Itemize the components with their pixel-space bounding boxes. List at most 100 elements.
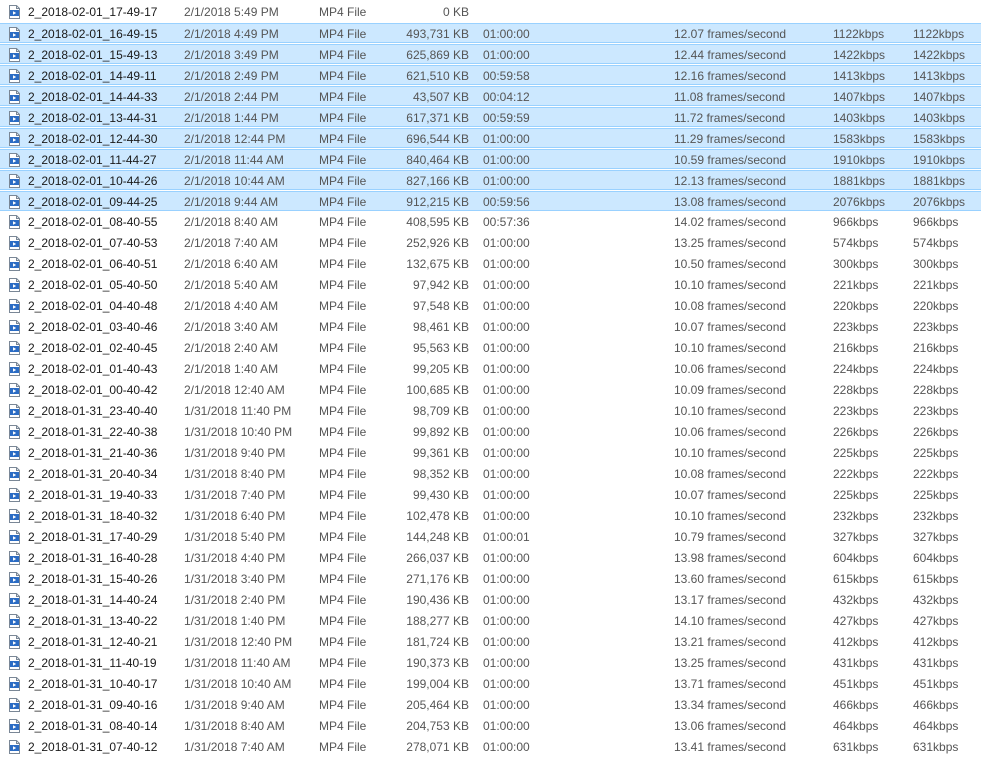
frame-rate: 13.34 frames/second — [674, 698, 787, 712]
file-type: MP4 File — [319, 90, 367, 104]
date-modified: 1/31/2018 5:40 PM — [184, 530, 286, 544]
data-rate: 232kbps — [833, 509, 879, 523]
file-row[interactable]: 2_2018-01-31_08-40-14 1/31/2018 8:40 AM MP… — [0, 716, 981, 736]
file-row[interactable]: 2_2018-01-31_12-40-21 1/31/2018 12:40 PM M… — [0, 632, 981, 652]
file-name: 2_2018-01-31_12-40-21 — [28, 635, 158, 649]
total-bitrate: 604kbps — [913, 551, 959, 565]
mp4-file-icon — [9, 740, 20, 754]
frame-rate: 10.08 frames/second — [674, 299, 787, 313]
data-rate: 1407kbps — [833, 90, 886, 104]
file-row[interactable]: 2_2018-01-31_21-40-36 1/31/2018 9:40 PM MP… — [0, 443, 981, 463]
length: 01:00:00 — [483, 446, 530, 460]
date-modified: 2/1/2018 2:40 AM — [184, 341, 279, 355]
file-row[interactable]: 2_2018-01-31_19-40-33 1/31/2018 7:40 PM MP… — [0, 485, 981, 505]
file-type: MP4 File — [319, 446, 367, 460]
file-row[interactable]: 2_2018-01-31_10-40-17 1/31/2018 10:40 AM M… — [0, 674, 981, 694]
file-name: 2_2018-02-01_01-40-43 — [28, 362, 158, 376]
file-row[interactable]: 2_2018-02-01_00-40-42 2/1/2018 12:40 AM MP… — [0, 380, 981, 400]
file-row[interactable]: 2_2018-02-01_15-49-13 2/1/2018 3:49 PM MP4… — [0, 44, 981, 64]
length: 01:00:00 — [483, 740, 530, 754]
total-bitrate: 966kbps — [913, 215, 959, 229]
file-name: 2_2018-01-31_23-40-40 — [28, 404, 158, 418]
file-size: 99,361 KB — [412, 446, 469, 460]
mp4-file-icon — [9, 341, 20, 355]
mp4-file-icon — [9, 90, 20, 104]
file-size: 190,373 KB — [406, 656, 469, 670]
file-row[interactable]: 2_2018-02-01_10-44-26 2/1/2018 10:44 AM MP… — [0, 170, 981, 190]
data-rate: 216kbps — [833, 341, 879, 355]
file-row[interactable]: 2_2018-02-01_04-40-48 2/1/2018 4:40 AM MP4… — [0, 296, 981, 316]
file-size: 625,869 KB — [406, 48, 469, 62]
mp4-file-icon — [9, 278, 20, 292]
file-row[interactable]: 2_2018-01-31_07-40-12 1/31/2018 7:40 AM MP… — [0, 737, 981, 757]
file-row[interactable]: 2_2018-02-01_06-40-51 2/1/2018 6:40 AM MP4… — [0, 254, 981, 274]
date-modified: 2/1/2018 10:44 AM — [184, 174, 285, 188]
file-row[interactable]: 2_2018-01-31_22-40-38 1/31/2018 10:40 PM M… — [0, 422, 981, 442]
mp4-file-icon — [9, 572, 20, 586]
total-bitrate: 432kbps — [913, 593, 959, 607]
file-row[interactable]: 2_2018-02-01_14-44-33 2/1/2018 2:44 PM MP4… — [0, 86, 981, 106]
file-row[interactable]: 2_2018-02-01_05-40-50 2/1/2018 5:40 AM MP4… — [0, 275, 981, 295]
file-name: 2_2018-01-31_14-40-24 — [28, 593, 158, 607]
file-type: MP4 File — [319, 698, 367, 712]
file-row[interactable]: 2_2018-02-01_13-44-31 2/1/2018 1:44 PM MP4… — [0, 107, 981, 127]
file-row[interactable]: 2_2018-01-31_11-40-19 1/31/2018 11:40 AM M… — [0, 653, 981, 673]
file-row[interactable]: 2_2018-02-01_07-40-53 2/1/2018 7:40 AM MP4… — [0, 233, 981, 253]
file-name: 2_2018-01-31_10-40-17 — [28, 677, 158, 691]
date-modified: 1/31/2018 8:40 AM — [184, 719, 285, 733]
mp4-file-icon — [9, 593, 20, 607]
frame-rate: 12.44 frames/second — [674, 48, 787, 62]
date-modified: 1/31/2018 7:40 PM — [184, 488, 286, 502]
file-row[interactable]: 2_2018-01-31_18-40-32 1/31/2018 6:40 PM MP… — [0, 506, 981, 526]
file-row[interactable]: 2_2018-01-31_13-40-22 1/31/2018 1:40 PM MP… — [0, 611, 981, 631]
total-bitrate: 574kbps — [913, 236, 959, 250]
data-rate: 226kbps — [833, 425, 879, 439]
total-bitrate: 466kbps — [913, 698, 959, 712]
file-name: 2_2018-02-01_07-40-53 — [28, 236, 158, 250]
mp4-file-icon — [9, 530, 20, 544]
mp4-file-icon — [9, 111, 20, 125]
file-type: MP4 File — [319, 635, 367, 649]
length: 01:00:00 — [483, 719, 530, 733]
file-name: 2_2018-02-01_15-49-13 — [28, 48, 158, 62]
file-row[interactable]: 2_2018-02-01_11-44-27 2/1/2018 11:44 AM MP… — [0, 149, 981, 169]
length: 01:00:00 — [483, 551, 530, 565]
file-type: MP4 File — [319, 257, 367, 271]
file-row[interactable]: 2_2018-01-31_14-40-24 1/31/2018 2:40 PM MP… — [0, 590, 981, 610]
file-row[interactable]: 2_2018-01-31_17-40-29 1/31/2018 5:40 PM MP… — [0, 527, 981, 547]
file-row[interactable]: 2_2018-01-31_20-40-34 1/31/2018 8:40 PM MP… — [0, 464, 981, 484]
file-row[interactable]: 2_2018-02-01_01-40-43 2/1/2018 1:40 AM MP4… — [0, 359, 981, 379]
length: 01:00:00 — [483, 341, 530, 355]
frame-rate: 10.59 frames/second — [674, 153, 787, 167]
file-size: 181,724 KB — [406, 635, 469, 649]
file-row[interactable]: 2_2018-02-01_12-44-30 2/1/2018 12:44 PM MP… — [0, 128, 981, 148]
total-bitrate: 228kbps — [913, 383, 959, 397]
file-row[interactable]: 2_2018-02-01_09-44-25 2/1/2018 9:44 AM MP4… — [0, 191, 981, 211]
file-row[interactable]: 2_2018-01-31_16-40-28 1/31/2018 4:40 PM MP… — [0, 548, 981, 568]
length: 01:00:00 — [483, 614, 530, 628]
file-row[interactable]: 2_2018-02-01_14-49-11 2/1/2018 2:49 PM MP4… — [0, 65, 981, 85]
file-name: 2_2018-02-01_05-40-50 — [28, 278, 158, 292]
file-name: 2_2018-02-01_04-40-48 — [28, 299, 158, 313]
file-type: MP4 File — [319, 530, 367, 544]
mp4-file-icon — [9, 195, 20, 209]
date-modified: 2/1/2018 9:44 AM — [184, 195, 279, 209]
file-name: 2_2018-02-01_09-44-25 — [28, 195, 158, 209]
file-row[interactable]: 2_2018-02-01_17-49-17 2/1/2018 5:49 PM MP4… — [0, 2, 981, 22]
date-modified: 2/1/2018 6:40 AM — [184, 257, 279, 271]
file-type: MP4 File — [319, 341, 367, 355]
file-type: MP4 File — [319, 719, 367, 733]
mp4-file-icon — [9, 635, 20, 649]
date-modified: 2/1/2018 1:44 PM — [184, 111, 279, 125]
length: 01:00:00 — [483, 509, 530, 523]
data-rate: 2076kbps — [833, 195, 886, 209]
file-row[interactable]: 2_2018-01-31_09-40-16 1/31/2018 9:40 AM MP… — [0, 695, 981, 715]
length: 00:59:58 — [483, 69, 530, 83]
file-row[interactable]: 2_2018-02-01_08-40-55 2/1/2018 8:40 AM MP4… — [0, 212, 981, 232]
file-name: 2_2018-02-01_12-44-30 — [28, 132, 158, 146]
file-row[interactable]: 2_2018-01-31_15-40-26 1/31/2018 3:40 PM MP… — [0, 569, 981, 589]
file-row[interactable]: 2_2018-02-01_16-49-15 2/1/2018 4:49 PM MP4… — [0, 23, 981, 43]
file-row[interactable]: 2_2018-01-31_23-40-40 1/31/2018 11:40 PM M… — [0, 401, 981, 421]
file-row[interactable]: 2_2018-02-01_03-40-46 2/1/2018 3:40 AM MP4… — [0, 317, 981, 337]
file-row[interactable]: 2_2018-02-01_02-40-45 2/1/2018 2:40 AM MP4… — [0, 338, 981, 358]
